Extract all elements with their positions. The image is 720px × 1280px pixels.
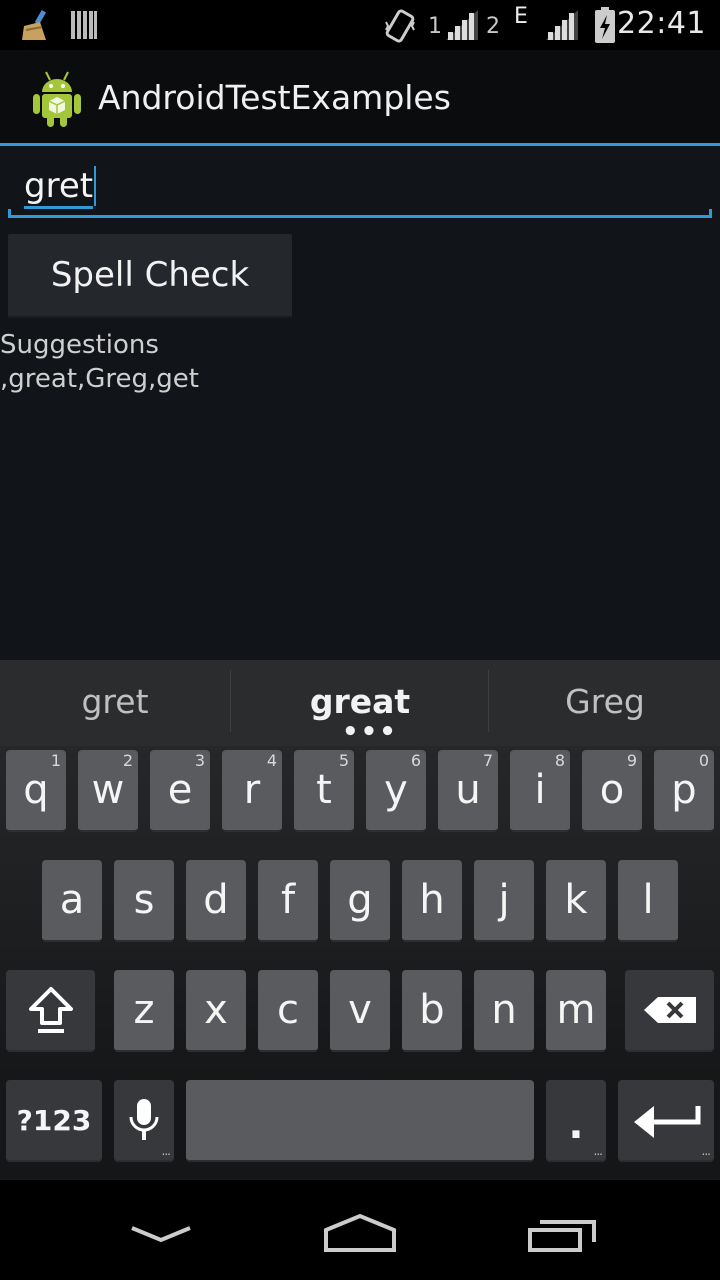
barcode-icon xyxy=(71,11,97,39)
key-w[interactable]: w2 xyxy=(78,750,138,832)
key-o[interactable]: o9 xyxy=(582,750,642,832)
key-n[interactable]: n xyxy=(474,970,534,1052)
shift-key[interactable] xyxy=(6,970,95,1052)
suggestion-divider xyxy=(230,670,231,732)
suggestions-label: Suggestions xyxy=(0,330,159,360)
key-k[interactable]: k xyxy=(546,860,606,942)
period-key[interactable]: . ... xyxy=(546,1080,606,1162)
key-h[interactable]: h xyxy=(402,860,462,942)
word-input[interactable]: gret xyxy=(8,160,712,218)
status-bar: 1 2 E 22:41 xyxy=(0,0,720,50)
battery-charging-icon xyxy=(595,7,615,43)
key-x[interactable]: x xyxy=(186,970,246,1052)
home-icon[interactable] xyxy=(322,1212,398,1254)
input-underline xyxy=(8,215,712,218)
shift-arrow-icon xyxy=(28,987,73,1033)
key-t[interactable]: t5 xyxy=(294,750,354,832)
android-logo-icon xyxy=(33,71,81,127)
key-a[interactable]: a xyxy=(42,860,102,942)
key-d[interactable]: d xyxy=(186,860,246,942)
suggestion-divider xyxy=(488,670,489,732)
voice-input-key[interactable]: ... xyxy=(114,1080,174,1162)
suggestion-primary[interactable]: great xyxy=(245,682,475,721)
soft-keyboard: gret great ••• Greg q1 w2 e3 r4 t5 y6 u7… xyxy=(0,660,720,1180)
backspace-key[interactable] xyxy=(625,970,714,1052)
sim2-label: 2 xyxy=(486,14,500,39)
key-p[interactable]: p0 xyxy=(654,750,714,832)
input-underline-tick-left xyxy=(8,209,11,218)
suggestion-alternate[interactable]: Greg xyxy=(490,682,720,721)
recent-apps-icon[interactable] xyxy=(526,1216,598,1254)
word-input-value: gret xyxy=(24,166,94,209)
enter-key[interactable]: ... xyxy=(618,1080,714,1162)
signal-icon xyxy=(446,10,478,40)
key-z[interactable]: z xyxy=(114,970,174,1052)
key-j[interactable]: j xyxy=(474,860,534,942)
input-underline-tick-right xyxy=(709,209,712,218)
enter-arrow-icon xyxy=(634,1106,701,1138)
key-u[interactable]: u7 xyxy=(438,750,498,832)
symbols-key[interactable]: ?123 xyxy=(6,1080,102,1162)
suggestions-text: ,great,Greg,get xyxy=(0,364,199,394)
key-e[interactable]: e3 xyxy=(150,750,210,832)
backspace-icon xyxy=(643,997,696,1023)
action-bar: AndroidTestExamples xyxy=(0,50,720,144)
text-cursor xyxy=(94,166,96,206)
key-s[interactable]: s xyxy=(114,860,174,942)
key-v[interactable]: v xyxy=(330,970,390,1052)
navigation-bar xyxy=(0,1180,720,1280)
key-y[interactable]: y6 xyxy=(366,750,426,832)
suggestion-typed[interactable]: gret xyxy=(0,682,230,721)
signal-icon xyxy=(546,10,578,40)
key-g[interactable]: g xyxy=(330,860,390,942)
key-i[interactable]: i8 xyxy=(510,750,570,832)
space-key[interactable] xyxy=(186,1080,534,1162)
network-type-label: E xyxy=(514,4,528,29)
main-content: gret Spell Check Suggestions ,great,Greg… xyxy=(0,146,720,660)
key-b[interactable]: b xyxy=(402,970,462,1052)
back-down-icon[interactable] xyxy=(128,1222,194,1246)
spell-check-button[interactable]: Spell Check xyxy=(8,234,292,318)
microphone-icon xyxy=(129,1099,159,1140)
sim1-label: 1 xyxy=(428,14,442,39)
clock: 22:41 xyxy=(617,6,706,41)
key-f[interactable]: f xyxy=(258,860,318,942)
cleaner-icon xyxy=(22,9,47,40)
key-l[interactable]: l xyxy=(618,860,678,942)
suggestion-strip: gret great ••• Greg xyxy=(0,660,720,746)
key-c[interactable]: c xyxy=(258,970,318,1052)
key-q[interactable]: q1 xyxy=(6,750,66,832)
app-title: AndroidTestExamples xyxy=(98,78,451,117)
vibrate-icon xyxy=(385,9,415,43)
key-m[interactable]: m xyxy=(546,970,606,1052)
key-r[interactable]: r4 xyxy=(222,750,282,832)
more-suggestions-indicator[interactable]: ••• xyxy=(342,719,398,745)
